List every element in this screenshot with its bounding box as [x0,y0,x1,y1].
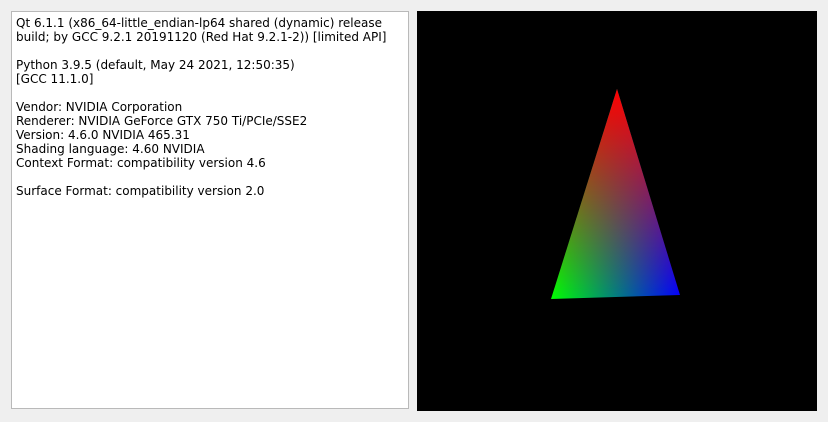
gl-info-panel[interactable]: Qt 6.1.1 (x86_64-little_endian-lp64 shar… [11,11,409,409]
opengl-render-view[interactable] [417,11,817,411]
gl-info-text: Qt 6.1.1 (x86_64-little_endian-lp64 shar… [16,16,387,198]
main-window: Qt 6.1.1 (x86_64-little_endian-lp64 shar… [0,0,828,422]
render-canvas [551,89,680,299]
triangle-top-layer [551,89,680,299]
